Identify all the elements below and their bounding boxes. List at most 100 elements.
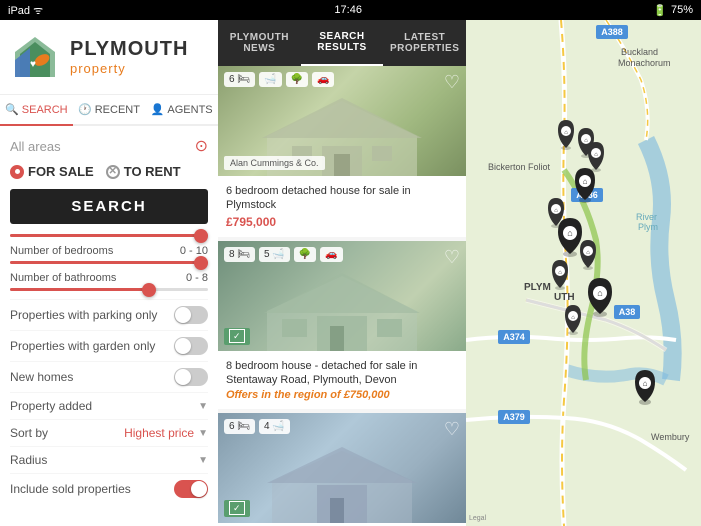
area-row: All areas ⊙: [10, 136, 208, 156]
bathrooms-range: 0 - 8: [186, 272, 208, 284]
right-panel: A388 A386 A374 A379 A38 Buckland Monacho…: [466, 20, 701, 526]
listing-img-1: 6 🛏 🛁 🌳 🚗 Alan Cummings & Co. ♡: [218, 66, 466, 176]
svg-text:A38: A38: [619, 307, 636, 317]
listing-info-2: 8 bedroom house - detached for sale in S…: [218, 351, 466, 410]
badge-bath-1: 🛁: [259, 72, 281, 87]
bedrooms-range: 0 - 10: [180, 245, 208, 257]
top-nav-latest-properties[interactable]: LATESTPROPERTIES: [383, 20, 466, 66]
badge-car-2: 🚗: [320, 247, 342, 262]
garden-toggle[interactable]: [174, 337, 208, 355]
parking-toggle[interactable]: [174, 306, 208, 324]
badge-beds-2: 8 🛏: [224, 247, 255, 262]
svg-text:Monachorum: Monachorum: [618, 58, 671, 68]
top-nav-search-results[interactable]: SEARCH RESULTS: [301, 20, 384, 66]
listings-container: 6 🛏 🛁 🌳 🚗 Alan Cummings & Co. ♡ 6 bedroo…: [218, 66, 466, 526]
sort-by-label: Sort by: [10, 426, 48, 440]
heart-button-3[interactable]: ♡: [444, 419, 460, 440]
bathrooms-label: Number of bathrooms: [10, 272, 116, 284]
include-sold-label: Include sold properties: [10, 482, 131, 496]
status-time: 17:46: [334, 4, 362, 16]
sort-by-value-area: Highest price ▼: [124, 426, 208, 440]
svg-text:⌂: ⌂: [597, 288, 602, 298]
logo-icon: ♥: [10, 32, 60, 82]
new-homes-toggle[interactable]: [174, 368, 208, 386]
property-added-row[interactable]: Property added ▼: [10, 392, 208, 419]
svg-text:⌂: ⌂: [567, 228, 572, 238]
search-icon: 🔍: [5, 103, 19, 116]
device-label: iPad ᯤ: [8, 3, 43, 18]
svg-text:UTH: UTH: [554, 292, 575, 303]
logo-text: PLYMOUTH property: [70, 38, 188, 76]
svg-text:⌂: ⌂: [643, 379, 648, 388]
agents-icon: 👤: [151, 103, 165, 116]
battery-label: 🔋: [653, 4, 667, 17]
heart-button-2[interactable]: ♡: [444, 247, 460, 268]
logo-title: PLYMOUTH: [70, 38, 188, 61]
radius-row[interactable]: Radius ▼: [10, 446, 208, 473]
badge-bath-2: 5 🛁: [259, 247, 290, 262]
middle-panel: PLYMOUTHNEWS SEARCH RESULTS LATESTPROPER…: [218, 20, 466, 526]
property-added-chevron: ▼: [198, 401, 208, 412]
svg-text:Buckland: Buckland: [621, 47, 658, 57]
radius-chevron: ▼: [198, 455, 208, 466]
svg-text:⌂: ⌂: [584, 138, 588, 144]
sale-rent-row: FOR SALE ✕ TO RENT: [10, 164, 208, 179]
plymouth-news-label: PLYMOUTHNEWS: [230, 32, 289, 54]
radius-label: Radius: [10, 453, 47, 467]
price-slider-section: [10, 234, 208, 237]
for-sale-option[interactable]: FOR SALE: [10, 164, 94, 179]
tab-search[interactable]: 🔍 SEARCH: [0, 95, 73, 126]
svg-text:♥: ♥: [30, 59, 36, 70]
house-silhouette-2: [262, 271, 422, 351]
listing-price-1: £795,000: [226, 215, 458, 229]
logo-subtitle: property: [70, 61, 188, 76]
include-sold-row: Include sold properties: [10, 473, 208, 504]
green-badge-3: ✓: [224, 500, 250, 517]
to-rent-label: TO RENT: [124, 164, 181, 179]
badge-bath-3: 4 🛁: [259, 419, 290, 434]
new-homes-label: New homes: [10, 370, 73, 384]
tab-agents[interactable]: 👤 AGENTS: [145, 95, 218, 124]
heart-button-1[interactable]: ♡: [444, 72, 460, 93]
svg-text:A374: A374: [503, 332, 525, 342]
include-sold-toggle[interactable]: [174, 480, 208, 498]
tab-recent-label: RECENT: [95, 104, 140, 116]
listing-card-2[interactable]: 8 🛏 5 🛁 🌳 🚗 ✓ ♡ 8 bedroom house - detach…: [218, 241, 466, 410]
to-rent-option[interactable]: ✕ TO RENT: [106, 164, 181, 179]
parking-toggle-row: Properties with parking only: [10, 299, 208, 330]
listing-3-badges: 6 🛏 4 🛁: [224, 419, 290, 434]
badge-tree-1: 🌳: [286, 72, 308, 87]
badge-beds-3: 6 🛏: [224, 419, 255, 434]
search-button[interactable]: SEARCH: [10, 189, 208, 224]
svg-text:Bickerton Foliot: Bickerton Foliot: [488, 162, 551, 172]
svg-text:Legal: Legal: [469, 515, 487, 522]
bedrooms-label: Number of bedrooms: [10, 245, 113, 257]
svg-text:A388: A388: [601, 27, 623, 37]
parking-label: Properties with parking only: [10, 308, 157, 322]
latest-properties-label: LATESTPROPERTIES: [390, 32, 459, 54]
listing-card-3[interactable]: 6 🛏 4 🛁 ✓ ♡: [218, 413, 466, 526]
svg-text:Plym: Plym: [638, 222, 658, 232]
recent-icon: 🕐: [78, 103, 92, 116]
tab-agents-label: AGENTS: [167, 104, 212, 116]
sort-by-value: Highest price: [124, 426, 194, 440]
top-nav: PLYMOUTHNEWS SEARCH RESULTS LATESTPROPER…: [218, 20, 466, 66]
search-form: All areas ⊙ FOR SALE ✕ TO RENT SEARCH: [0, 126, 218, 526]
logo-area: ♥ PLYMOUTH property: [0, 20, 218, 95]
house-silhouette-3: [262, 443, 422, 523]
left-panel: ♥ PLYMOUTH property 🔍 SEARCH 🕐 RECENT 👤 …: [0, 20, 218, 526]
listing-card-1[interactable]: 6 🛏 🛁 🌳 🚗 Alan Cummings & Co. ♡ 6 bedroo…: [218, 66, 466, 237]
location-icon[interactable]: ⊙: [195, 136, 208, 156]
map-background[interactable]: A388 A386 A374 A379 A38 Buckland Monacho…: [466, 20, 701, 526]
top-nav-plymouth-news[interactable]: PLYMOUTHNEWS: [218, 20, 301, 66]
svg-text:⌂: ⌂: [564, 130, 568, 136]
listing-title-2: 8 bedroom house - detached for sale in S…: [226, 359, 458, 388]
listing-price-2: Offers in the region of £750,000: [226, 389, 458, 401]
status-right: 🔋 75%: [653, 4, 693, 17]
svg-text:⌂: ⌂: [554, 208, 558, 214]
sort-by-chevron: ▼: [198, 428, 208, 439]
svg-text:⌂: ⌂: [571, 315, 575, 321]
listing-1-badges: 6 🛏 🛁 🌳 🚗: [224, 72, 334, 87]
tab-recent[interactable]: 🕐 RECENT: [73, 95, 146, 124]
sort-by-row[interactable]: Sort by Highest price ▼: [10, 419, 208, 446]
